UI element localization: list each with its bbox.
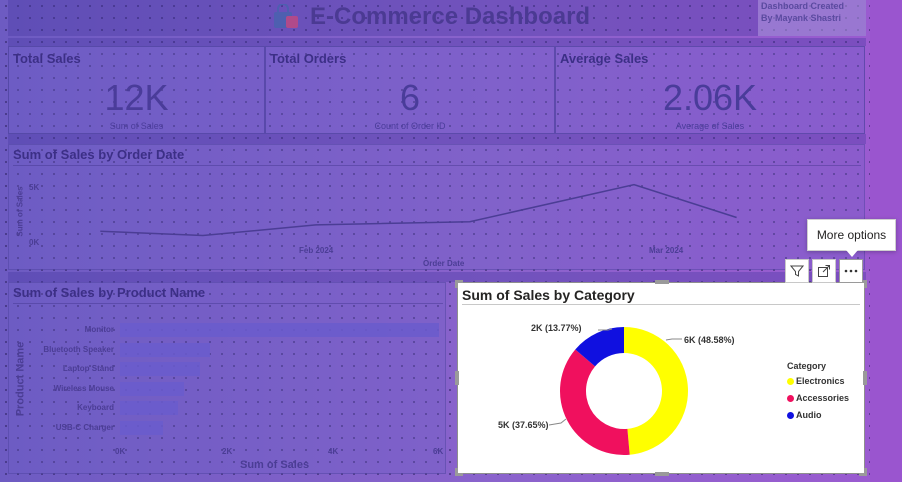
bottom-band [8,272,866,282]
resize-handle-right[interactable] [863,371,867,385]
kpi-total-orders[interactable]: Total Orders 6 Count of Order ID [265,46,555,134]
x-axis-label: Order Date [423,259,465,268]
leader-line [665,338,682,341]
focus-mode-button[interactable] [812,259,836,283]
bar[interactable] [120,342,211,357]
legend-label: Electronics [796,376,845,386]
data-label: 5K (37.65%) [498,420,549,430]
legend-marker [787,395,794,403]
x-axis-label: Sum of Sales [240,459,310,471]
resize-handle-left[interactable] [455,371,459,385]
tooltip-more-options: More options [807,219,896,251]
x-tick-label: 4K [328,447,339,456]
kpi-title: Total Orders [270,51,347,66]
x-tick-label: 0K [115,447,126,456]
more-options-icon [844,269,858,273]
page-title: E-Commerce Dashboard [310,3,591,30]
resize-handle-bottom[interactable] [655,472,669,476]
kpi-band [8,38,866,46]
x-tick-label: 6K [433,447,444,456]
kpi-total-sales[interactable]: Total Sales 12K Sum of Sales [8,46,265,134]
leader-line [548,418,567,426]
kpi-value: 6 [399,77,421,118]
kpi-title: Average Sales [560,51,649,66]
credit-line-2: By Mayank Shastri [761,13,842,23]
resize-handle-corner[interactable] [864,468,867,476]
legend-marker [787,412,794,420]
bar[interactable] [120,401,179,415]
resize-handle-corner[interactable] [455,468,458,476]
legend-item-accessories[interactable]: Accessories [787,393,849,403]
filter-icon [790,265,804,277]
kpi-value: 2.06K [662,77,758,118]
title-bar: E-Commerce Dashboard [8,0,866,36]
kpi-title: Total Sales [13,51,81,66]
bar[interactable] [120,381,184,396]
legend-title: Category [787,361,827,371]
kpi-average-sales[interactable]: Average Sales 2.06K Average of Sales [555,46,865,134]
x-tick-label: Feb 2024 [299,246,334,255]
legend-item-electronics[interactable]: Electronics [787,376,845,386]
credit-box: Dashboard Created By Mayank Shastri [758,0,866,36]
legend-label: Accessories [796,393,850,403]
kpi-subtitle: Average of Sales [675,121,745,131]
donut-chart-visual[interactable]: Sum of Sales by Category 2K (13.77%) 6K … [457,282,865,474]
data-label: 2K (13.77%) [531,323,582,333]
line-chart-svg [100,183,737,237]
line-chart-panel[interactable]: Sum of Sales by Order Date Sum of Sales … [8,144,865,270]
legend-marker [787,378,794,386]
bar[interactable] [120,362,200,376]
bar-category-label: Bluetooth Speaker [43,344,114,354]
data-label: 6K (48.58%) [684,335,735,345]
bar-category-label: Keyboard [77,403,114,412]
resize-handle-top[interactable] [655,280,669,284]
tooltip-tail [846,250,858,257]
bar-category-label: Laptop Stand [62,364,114,373]
x-tick-label: Mar 2024 [649,246,684,255]
credit-line-1: Dashboard Created [761,1,845,11]
bar-category-label: Wireless Mouse [53,383,114,393]
bar[interactable] [120,323,439,337]
legend-label: Audio [796,410,822,420]
donut-slice-electronics[interactable] [624,327,688,455]
x-tick-label: 2K [222,447,233,456]
focus-mode-icon [818,265,830,277]
bar-category-label: USB-C Charger [55,422,114,432]
resize-handle-corner[interactable] [455,280,458,288]
bar[interactable] [120,420,163,435]
legend-item-audio[interactable]: Audio [787,410,822,420]
resize-handle-corner[interactable] [864,280,867,288]
filter-button[interactable] [785,259,809,283]
bar-chart-panel[interactable]: Sum of Sales by Product Name Product Nam… [8,282,446,474]
kpi-subtitle: Count of Order ID [374,121,446,131]
shopping-bag-icon [274,4,298,28]
kpi-subtitle: Sum of Sales [109,121,164,131]
more-options-button[interactable] [839,259,863,283]
kpi-value: 12K [104,77,169,118]
line-band [8,134,866,144]
bar-category-label: Monitor [84,325,114,334]
leader-line [598,328,613,331]
series-line [100,183,737,237]
